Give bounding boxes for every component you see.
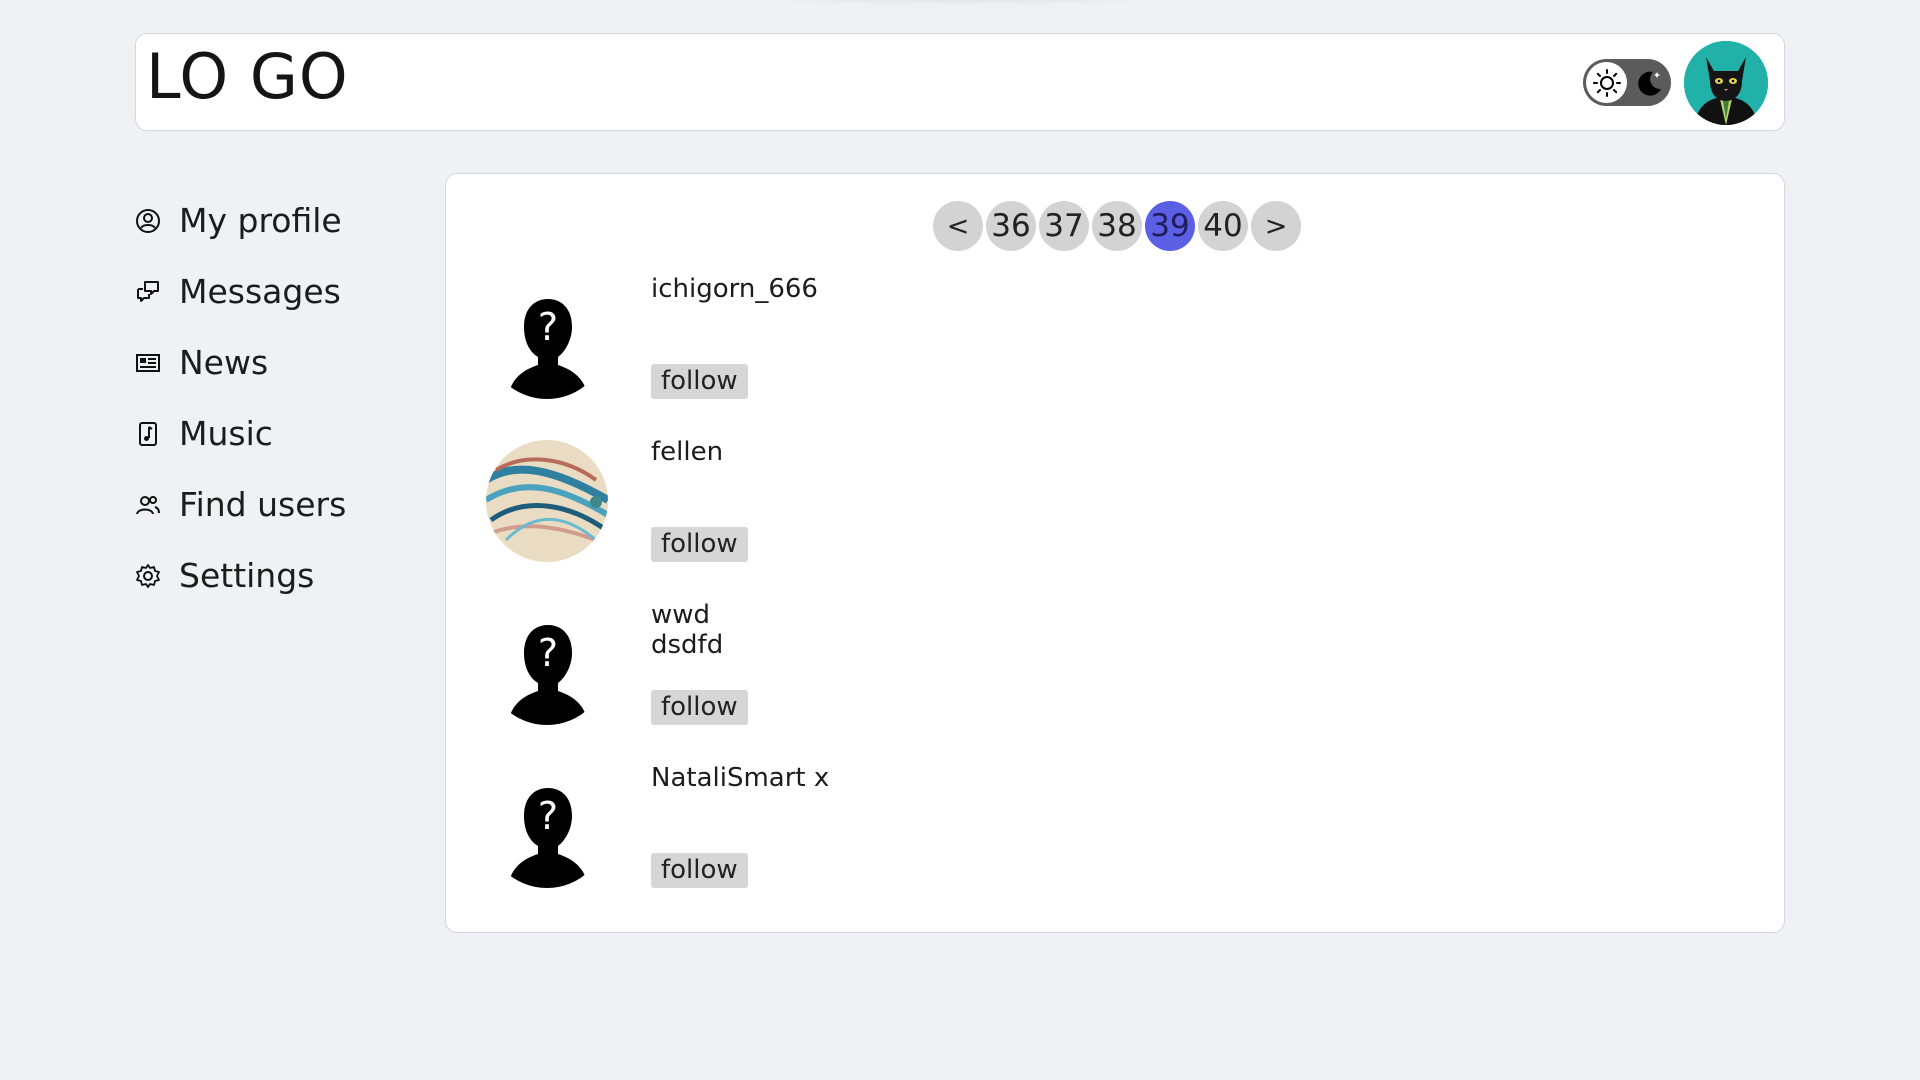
sidebar-item-my-profile[interactable]: My profile bbox=[135, 185, 425, 256]
users-icon bbox=[135, 492, 161, 518]
sidebar-item-messages[interactable]: Messages bbox=[135, 256, 425, 327]
moon-icon bbox=[1632, 66, 1666, 100]
user-avatar[interactable] bbox=[1684, 41, 1768, 125]
follow-button[interactable]: follow bbox=[651, 853, 748, 888]
sidebar-item-music[interactable]: Music bbox=[135, 398, 425, 469]
sidebar-item-label: Find users bbox=[179, 485, 347, 524]
logo: LO GO bbox=[146, 40, 349, 113]
gear-icon bbox=[135, 563, 161, 589]
sidebar-item-label: News bbox=[179, 343, 269, 382]
newspaper-icon bbox=[135, 350, 161, 376]
user-list-item: ? ichigorn_666 follow bbox=[486, 274, 1086, 399]
user-list-item: ? wwd dsdfd follow bbox=[486, 600, 1086, 725]
silhouette-avatar-icon[interactable]: ? bbox=[486, 766, 608, 888]
header: LO GO bbox=[135, 33, 1785, 131]
user-name[interactable]: ichigorn_666 bbox=[651, 274, 818, 304]
sidebar-item-label: Messages bbox=[179, 272, 341, 311]
sidebar-item-find-users[interactable]: Find users bbox=[135, 469, 425, 540]
user-name[interactable]: fellen bbox=[651, 437, 723, 467]
follow-button[interactable]: follow bbox=[651, 364, 748, 399]
sidebar-item-settings[interactable]: Settings bbox=[135, 540, 425, 611]
sidebar-item-news[interactable]: News bbox=[135, 327, 425, 398]
svg-text:?: ? bbox=[538, 631, 558, 675]
next-page-button[interactable]: > bbox=[1251, 201, 1301, 251]
user-circle-icon bbox=[135, 208, 161, 234]
user-name[interactable]: wwd dsdfd bbox=[651, 600, 723, 660]
page-button[interactable]: 38 bbox=[1092, 201, 1142, 251]
page-button[interactable]: 40 bbox=[1198, 201, 1248, 251]
users-panel: < 36 37 38 39 40 > ? ichigorn_666 follow bbox=[445, 173, 1785, 933]
sun-icon bbox=[1592, 68, 1621, 97]
top-shadow bbox=[790, 0, 1130, 2]
follow-button[interactable]: follow bbox=[651, 527, 748, 562]
sidebar-item-label: Music bbox=[179, 414, 273, 453]
theme-knob bbox=[1586, 62, 1627, 103]
user-list-item: ? NataliSmart x follow bbox=[486, 763, 1086, 888]
user-name[interactable]: NataliSmart x bbox=[651, 763, 841, 793]
follow-button[interactable]: follow bbox=[651, 690, 748, 725]
silhouette-avatar-icon[interactable]: ? bbox=[486, 603, 608, 725]
silhouette-avatar-icon[interactable]: ? bbox=[486, 277, 608, 399]
theme-toggle[interactable] bbox=[1583, 59, 1671, 106]
sidebar-item-label: My profile bbox=[179, 201, 342, 240]
artwork-avatar-icon[interactable] bbox=[486, 440, 608, 562]
page-button[interactable]: 37 bbox=[1039, 201, 1089, 251]
pagination: < 36 37 38 39 40 > bbox=[933, 201, 1304, 251]
sidebar: My profile Messages News Music Find user… bbox=[135, 185, 425, 611]
music-file-icon bbox=[135, 421, 161, 447]
sidebar-item-label: Settings bbox=[179, 556, 315, 595]
chat-icon bbox=[135, 279, 161, 305]
page-button-current[interactable]: 39 bbox=[1145, 201, 1195, 251]
user-list-item: fellen follow bbox=[486, 437, 1086, 562]
page-button[interactable]: 36 bbox=[986, 201, 1036, 251]
svg-text:?: ? bbox=[538, 794, 558, 838]
svg-text:?: ? bbox=[538, 305, 558, 349]
prev-page-button[interactable]: < bbox=[933, 201, 983, 251]
